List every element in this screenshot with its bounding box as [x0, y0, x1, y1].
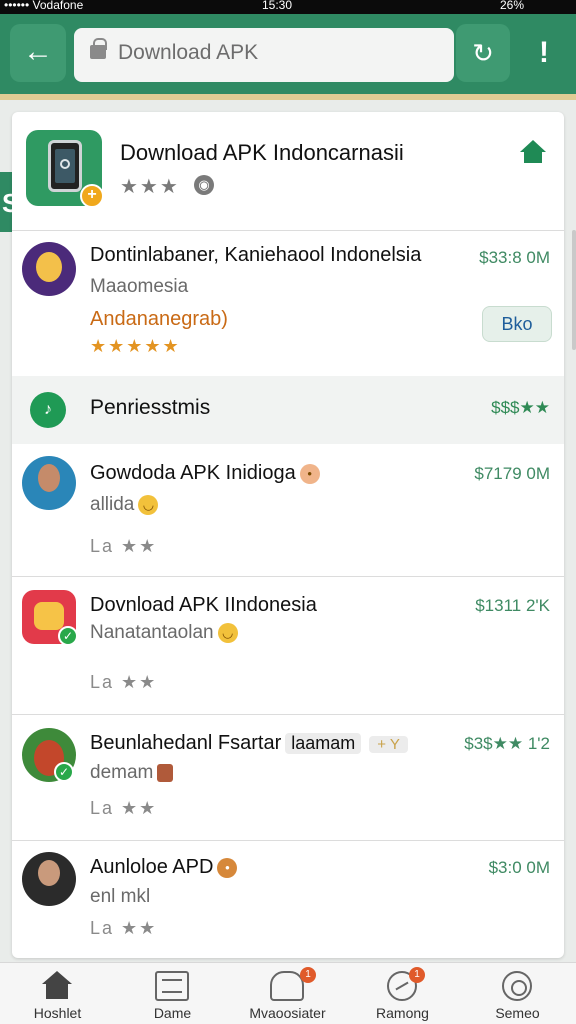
nav-semeo[interactable]: Semeo: [460, 963, 575, 1024]
app-title: Download APK Indoncarnasii: [120, 140, 404, 165]
swirl-icon: [502, 971, 532, 1001]
nav-dame[interactable]: Dame: [115, 963, 230, 1024]
carrier-text: •••••• Vodafone: [4, 0, 84, 12]
item-subtitle: Maaomesia: [90, 276, 189, 297]
item-price: $7179 0M: [474, 464, 550, 483]
nav-label: Dame: [153, 1005, 192, 1021]
nav-label: Semeo: [495, 1005, 540, 1021]
item-price: $33:8 0M: [479, 248, 550, 267]
home-icon[interactable]: [520, 140, 546, 164]
phone-icon: [48, 140, 82, 192]
item-meta: La ★★: [90, 536, 158, 556]
nav-ranking[interactable]: 1 Ramong: [345, 963, 460, 1024]
refresh-button[interactable]: ↻: [456, 24, 510, 82]
status-bar: •••••• Vodafone 15:30 26%: [0, 0, 576, 14]
item-title: Dontinlabaner, Kaniehaool Indonelsia: [90, 244, 422, 266]
bag-icon: [157, 763, 174, 782]
nav-label: Ramong: [376, 1005, 429, 1021]
emoji-icon: •: [217, 857, 238, 878]
item-price: $3$★★ 1'2: [464, 734, 550, 753]
item-price: $1311 2'K: [475, 596, 550, 615]
list-icon: [155, 971, 189, 1001]
bell-icon: [270, 971, 304, 1001]
globe-icon: ◉: [194, 175, 214, 195]
app-icon[interactable]: +: [26, 130, 104, 208]
item-tag: Andananegrab): [90, 308, 228, 330]
verified-check-icon: ✓: [54, 762, 74, 782]
avatar: [22, 456, 76, 510]
install-button-label: Bko: [501, 314, 533, 334]
topbar-accent-line: [0, 94, 576, 100]
item-meta: La ★★: [90, 918, 158, 938]
exclamation-icon: !: [539, 36, 549, 69]
arrow-left-icon: ←: [23, 35, 53, 68]
music-note-icon: ♪: [30, 392, 66, 428]
bottom-nav: Hoshlet Dame 1 Mvaoosiater 1 Ramong Seme…: [0, 962, 576, 1024]
scrollbar[interactable]: [572, 230, 576, 350]
nav-notifications[interactable]: 1 Mvaoosiater: [230, 963, 345, 1024]
avatar: [22, 242, 76, 296]
nav-home[interactable]: Hoshlet: [0, 963, 115, 1024]
alert-button[interactable]: !: [518, 24, 570, 82]
refresh-icon: ↻: [472, 38, 494, 68]
notification-badge: 1: [300, 967, 316, 983]
smile-emoji-icon: ◡: [138, 494, 159, 515]
home-icon: [40, 971, 74, 1001]
item-title: Dovnload APK IIndonesia: [90, 594, 317, 616]
section-header[interactable]: ♪ Penriesstmis $$$★★: [12, 376, 564, 444]
top-bar: ← Download APK ↻ !: [0, 14, 576, 94]
item-price: $3:0 0M: [488, 858, 550, 877]
smile-emoji-icon: ◡: [217, 622, 238, 643]
item-meta: La ★★: [90, 672, 158, 692]
app-list-card: + Download APK Indoncarnasii ★★★ ◉ Donti…: [12, 112, 564, 958]
clock: 15:30: [262, 0, 293, 12]
plus-badge-icon: +: [80, 184, 104, 208]
search-placeholder: Download APK: [118, 41, 259, 64]
list-item[interactable]: ✓ Beunlahedanl Fsartar laamam + Y demam La…: [12, 714, 564, 840]
avatar: [22, 852, 76, 906]
item-subtitle: Nanatantaolan ◡: [90, 622, 238, 644]
item-title: Aunloloe APD •: [90, 856, 238, 879]
list-item[interactable]: Aunloloe APD • enl mkl La ★★ $3:0 0M: [12, 840, 564, 958]
item-title: Gowdoda APK Inidioga •: [90, 462, 320, 485]
emoji-icon: •: [299, 463, 320, 484]
lock-icon: [90, 38, 107, 59]
install-button[interactable]: Bko: [482, 306, 552, 342]
back-button[interactable]: ←: [10, 24, 66, 82]
app-rating-stars: ★★★: [120, 176, 180, 198]
search-input[interactable]: Download APK: [74, 28, 454, 82]
item-title: Beunlahedanl Fsartar laamam + Y: [90, 732, 408, 755]
item-subtitle: enl mkl: [90, 886, 151, 907]
battery-text: 26%: [500, 0, 525, 12]
nav-label: Hoshlet: [33, 1005, 82, 1021]
item-chip-2: + Y: [369, 736, 408, 753]
list-item[interactable]: Gowdoda APK Inidioga • allida ◡ La ★★ $717…: [12, 444, 564, 576]
section-title: Penriesstmis: [90, 396, 211, 419]
item-subtitle: demam: [90, 762, 174, 784]
notification-badge: 1: [409, 967, 425, 983]
nav-label: Mvaoosiater: [249, 1005, 326, 1021]
item-chip: laamam: [285, 733, 362, 754]
section-price: $$$★★: [491, 398, 550, 417]
item-meta: La ★★: [90, 798, 158, 818]
list-item-featured[interactable]: Dontinlabaner, Kaniehaool Indonelsia Maa…: [12, 230, 564, 376]
verified-check-icon: ✓: [58, 626, 78, 646]
item-subtitle: allida ◡: [90, 494, 159, 516]
list-item[interactable]: ✓ Dovnload APK IIndonesia Nanatantaolan ◡…: [12, 576, 564, 714]
item-rating-stars: ★★★★★: [90, 336, 181, 356]
